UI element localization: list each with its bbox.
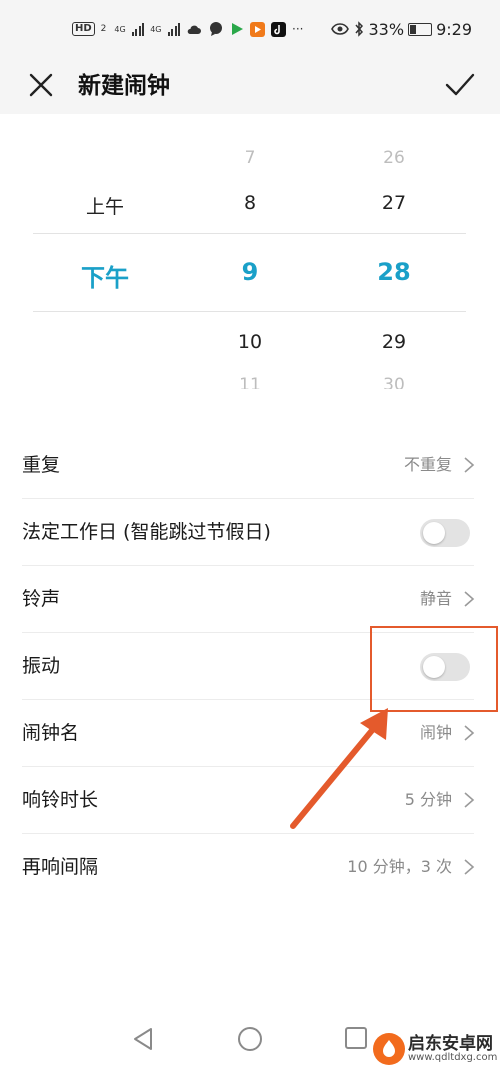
snooze-label: 再响间隔 [22, 856, 99, 878]
watermark-title: 启东安卓网 [408, 1034, 493, 1054]
close-button[interactable] [24, 68, 58, 102]
chevron-right-icon [464, 591, 475, 607]
chevron-right-icon [464, 792, 475, 808]
status-left-icons: HD 2 4G 4G ··· [72, 18, 303, 40]
minute-far-below[interactable]: 30 [383, 375, 405, 389]
minute-above[interactable]: 27 [382, 192, 406, 214]
chevron-right-icon [464, 457, 475, 473]
chevron-right-icon [464, 725, 475, 741]
close-icon [29, 73, 53, 97]
tiktok-icon [271, 21, 286, 37]
hour-above[interactable]: 8 [244, 192, 256, 214]
setting-ringtone[interactable]: 铃声 静音 [0, 566, 500, 633]
cloud-icon [187, 25, 201, 34]
setting-snooze[interactable]: 再响间隔 10 分钟，3 次 [0, 834, 500, 901]
home-circle-icon[interactable] [235, 1024, 265, 1054]
vibrate-label: 振动 [22, 655, 61, 677]
picker-divider-bottom [33, 311, 466, 312]
video-app-icon [250, 21, 265, 37]
time-picker[interactable]: 7 26 上午 8 27 下午 9 28 10 29 11 30 [0, 114, 500, 414]
signal-icon [131, 22, 145, 36]
play-store-icon [232, 23, 243, 35]
status-right-icons: 33% 9:29 [330, 18, 472, 40]
workday-toggle[interactable] [420, 519, 470, 547]
setting-repeat[interactable]: 重复 不重复 [0, 432, 500, 499]
setting-ring-duration[interactable]: 响铃时长 5 分钟 [0, 767, 500, 834]
hd-badge: HD [72, 22, 95, 36]
repeat-value: 不重复 [403, 455, 452, 474]
page-title: 新建闹钟 [78, 73, 170, 99]
minute-far-above[interactable]: 26 [383, 148, 405, 168]
hd-sub: 2 [100, 24, 107, 34]
chevron-right-icon [464, 859, 475, 875]
ringtone-label: 铃声 [22, 588, 61, 610]
check-icon [445, 73, 475, 96]
workday-label: 法定工作日 (智能跳过节假日) [22, 521, 271, 543]
battery-icon [408, 22, 433, 36]
ring-duration-label: 响铃时长 [22, 789, 99, 811]
confirm-button[interactable] [442, 68, 478, 102]
hour-below[interactable]: 10 [238, 331, 262, 353]
message-icon [210, 22, 222, 36]
alarm-name-label: 闹钟名 [22, 722, 80, 744]
recents-square-icon[interactable] [342, 1024, 372, 1054]
watermark: 启东安卓网 www.qdltdxg.com [370, 1028, 500, 1071]
toggle-knob [423, 522, 445, 544]
period-selected[interactable]: 下午 [81, 258, 129, 293]
back-triangle-icon[interactable] [129, 1024, 159, 1054]
period-above[interactable]: 上午 [86, 192, 124, 219]
hour-far-below[interactable]: 11 [239, 375, 261, 389]
clock: 9:29 [436, 19, 472, 39]
hour-far-above[interactable]: 7 [245, 148, 256, 168]
repeat-label: 重复 [22, 454, 61, 476]
more-notifications: ··· [292, 22, 304, 36]
watermark-url: www.qdltdxg.com [408, 1052, 498, 1063]
minute-selected[interactable]: 28 [377, 258, 410, 286]
annotation-highlight-box [370, 626, 498, 712]
network-type-1: 4G [114, 24, 126, 34]
ringtone-value: 静音 [419, 589, 452, 608]
hour-selected[interactable]: 9 [242, 258, 259, 286]
battery-percent: 33% [368, 19, 405, 39]
setting-workday[interactable]: 法定工作日 (智能跳过节假日) [0, 499, 500, 566]
status-bar: HD 2 4G 4G ··· 33% 9:29 [0, 0, 500, 58]
bluetooth-icon [354, 21, 363, 37]
signal-icon-2 [167, 22, 180, 36]
app-header: 新建闹钟 [0, 58, 500, 114]
picker-divider-top [33, 233, 466, 234]
eye-icon [330, 23, 349, 35]
network-type-2: 4G [150, 24, 162, 34]
watermark-logo-icon [373, 1033, 405, 1065]
snooze-value: 10 分钟，3 次 [347, 857, 452, 876]
minute-below[interactable]: 29 [382, 331, 406, 353]
ring-duration-value: 5 分钟 [404, 790, 452, 809]
